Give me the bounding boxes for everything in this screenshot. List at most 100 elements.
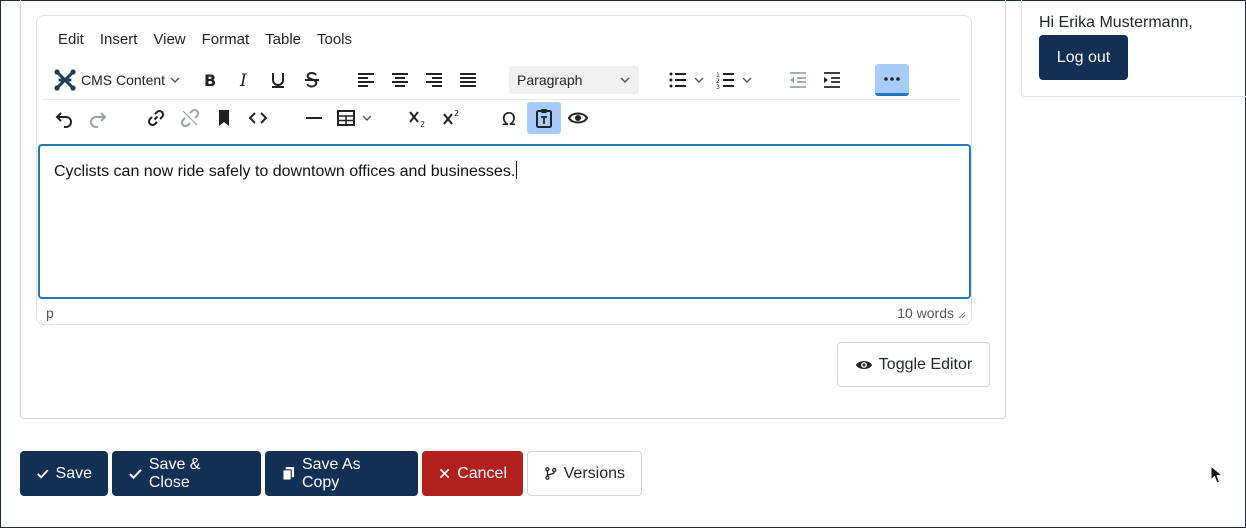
indent-icon: [824, 72, 841, 88]
menu-format[interactable]: Format: [194, 31, 258, 48]
code-icon: [248, 112, 268, 124]
editor-statusbar: p 10 words: [46, 305, 968, 321]
menu-edit[interactable]: Edit: [50, 31, 92, 48]
redo-icon: [90, 112, 107, 128]
link-button[interactable]: [139, 102, 173, 134]
toolbar-row-2: 2 2 Ω: [47, 102, 595, 134]
menu-insert[interactable]: Insert: [92, 31, 146, 48]
check-icon: [37, 469, 49, 479]
resize-handle-icon[interactable]: [956, 309, 966, 319]
align-justify-button[interactable]: [451, 64, 485, 96]
menu-tools[interactable]: Tools: [309, 31, 360, 48]
logout-button[interactable]: Log out: [1039, 35, 1128, 80]
block-format-value: Paragraph: [517, 72, 583, 88]
more-toolbar-button[interactable]: [875, 64, 910, 96]
chevron-down-icon: [170, 77, 180, 83]
unlink-button[interactable]: [173, 102, 207, 134]
check-icon: [129, 469, 142, 480]
copy-icon: [282, 466, 295, 481]
horizontal-rule-button[interactable]: [297, 102, 331, 134]
superscript-button[interactable]: 2: [435, 102, 469, 134]
omega-icon: Ω: [502, 109, 516, 128]
cancel-label: Cancel: [457, 464, 507, 482]
svg-text:2: 2: [454, 109, 459, 118]
align-right-icon: [426, 73, 443, 87]
superscript-icon: 2: [443, 109, 459, 125]
align-left-button[interactable]: [349, 64, 383, 96]
strikethrough-icon: [305, 71, 320, 88]
toggle-editor-button[interactable]: Toggle Editor: [837, 342, 990, 387]
undo-button[interactable]: [47, 102, 81, 134]
paste-as-text-button[interactable]: [527, 102, 561, 134]
user-greeting: Hi Erika Mustermann,: [1039, 14, 1193, 31]
save-as-copy-button[interactable]: Save As Copy: [265, 451, 418, 496]
word-count[interactable]: 10 words: [897, 305, 954, 321]
italic-button[interactable]: I: [227, 64, 261, 96]
code-branch-icon: [545, 467, 557, 480]
save-close-button[interactable]: Save & Close: [112, 451, 261, 496]
underline-icon: [272, 73, 285, 88]
editor-menubar: Edit Insert View Format Table Tools: [50, 31, 360, 48]
align-center-button[interactable]: [383, 64, 417, 96]
versions-button[interactable]: Versions: [527, 451, 642, 496]
outdent-icon: [790, 72, 807, 88]
editor-content-area[interactable]: Cyclists can now ride safely to downtown…: [38, 144, 971, 299]
chevron-down-icon[interactable]: [741, 74, 753, 86]
subscript-icon: 2: [409, 111, 425, 128]
cancel-button[interactable]: Cancel: [422, 451, 523, 496]
table-icon: [337, 110, 355, 126]
link-icon: [147, 109, 165, 127]
numbered-list-icon: 123: [716, 72, 735, 90]
block-format-select[interactable]: Paragraph: [509, 66, 640, 94]
save-as-copy-label: Save As Copy: [301, 455, 361, 491]
svg-text:2: 2: [420, 120, 425, 128]
chevron-down-icon[interactable]: [361, 112, 373, 124]
menu-view[interactable]: View: [145, 31, 193, 48]
versions-label: Versions: [563, 464, 625, 482]
bold-button[interactable]: B: [193, 64, 227, 96]
indent-button[interactable]: [815, 64, 849, 96]
table-button[interactable]: [331, 102, 361, 134]
preview-icon: [568, 112, 588, 124]
bullet-list-button[interactable]: [663, 64, 693, 96]
mouse-pointer-icon: [1210, 465, 1224, 484]
more-icon: [884, 76, 900, 81]
horizontal-rule-icon: [306, 117, 322, 119]
menu-table[interactable]: Table: [257, 31, 309, 48]
paste-text-icon: [536, 109, 552, 128]
preview-button[interactable]: [561, 102, 595, 134]
toolbar-divider: [43, 99, 959, 100]
source-code-button[interactable]: [241, 102, 275, 134]
unlink-icon: [180, 108, 200, 128]
align-justify-icon: [460, 73, 477, 87]
bullet-list-split-button[interactable]: [663, 64, 705, 96]
cms-content-button[interactable]: CMS Content: [47, 64, 187, 96]
strikethrough-button[interactable]: [295, 64, 329, 96]
svg-text:Ω: Ω: [502, 109, 516, 128]
chevron-down-icon[interactable]: [693, 74, 705, 86]
bookmark-button[interactable]: [207, 102, 241, 134]
form-actions: Save Save & Close Save As Copy Cancel Ve…: [20, 451, 642, 496]
joomla-icon: [54, 69, 76, 91]
special-character-button[interactable]: Ω: [493, 102, 527, 134]
italic-icon: I: [239, 71, 247, 90]
toggle-editor-label: Toggle Editor: [878, 355, 973, 373]
numbered-list-button[interactable]: 123: [711, 64, 741, 96]
subscript-button[interactable]: 2: [401, 102, 435, 134]
bold-icon: B: [204, 71, 216, 90]
chevron-down-icon: [620, 77, 630, 83]
save-button[interactable]: Save: [20, 451, 108, 496]
undo-icon: [55, 112, 72, 128]
bullet-list-icon: [669, 72, 687, 88]
numbered-list-split-button[interactable]: 123: [711, 64, 753, 96]
align-left-icon: [358, 73, 375, 87]
svg-text:I: I: [239, 71, 247, 90]
underline-button[interactable]: [261, 64, 295, 96]
table-split-button[interactable]: [331, 102, 373, 134]
align-center-icon: [392, 73, 409, 87]
redo-button[interactable]: [81, 102, 115, 134]
outdent-button[interactable]: [781, 64, 815, 96]
align-right-button[interactable]: [417, 64, 451, 96]
toolbar-row-1: CMS Content B I Paragraph 1 2 3: [47, 64, 910, 96]
element-path[interactable]: p: [46, 305, 54, 321]
